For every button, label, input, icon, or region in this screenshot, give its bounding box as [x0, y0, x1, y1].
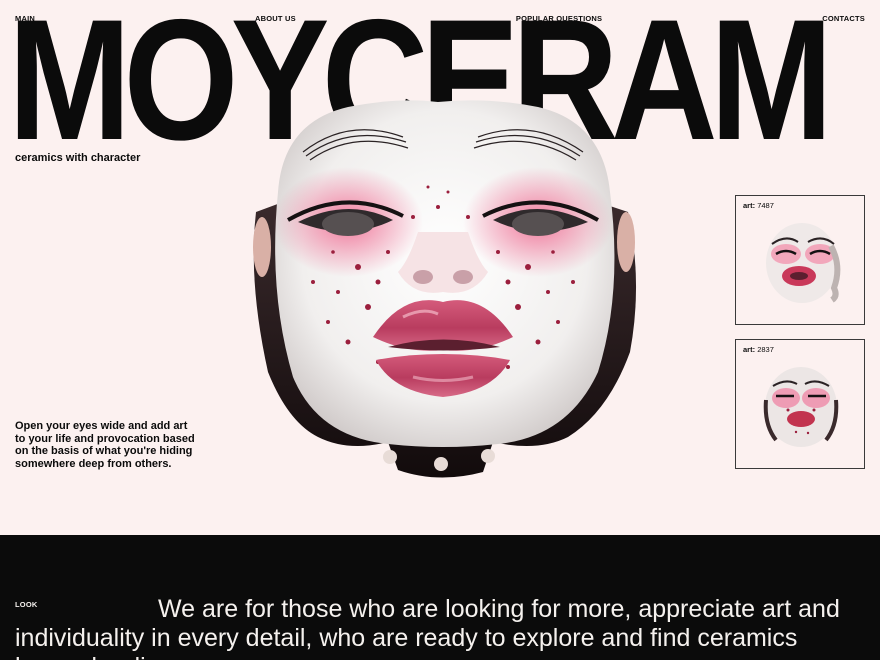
nav-questions-link[interactable]: POPULAR QUESTIONS: [516, 14, 602, 23]
ceramic-face-thumbnail: [763, 367, 839, 447]
top-nav: MAIN ABOUT US POPULAR QUESTIONS CONTACTS: [15, 14, 865, 23]
gallery-card-label: art: 2837: [743, 345, 774, 354]
mission-statement: We are for those who are looking for mor…: [15, 595, 840, 660]
ceramic-face-thumbnail: [766, 223, 841, 303]
hero-description: Open your eyes wide and add art to your …: [15, 420, 195, 470]
nav-contacts-link[interactable]: CONTACTS: [822, 14, 865, 23]
about-section: LOOK We are for those who are looking fo…: [0, 535, 880, 660]
gallery-card-label: art: 7487: [743, 201, 774, 210]
tagline: ceramics with character: [15, 152, 141, 164]
gallery-card[interactable]: art: 7487: [735, 195, 865, 325]
nav-about-link[interactable]: ABOUT US: [255, 14, 296, 23]
nav-main-link[interactable]: MAIN: [15, 14, 35, 23]
ceramic-face-image: [253, 100, 637, 478]
gallery-card[interactable]: art: 2837: [735, 339, 865, 469]
